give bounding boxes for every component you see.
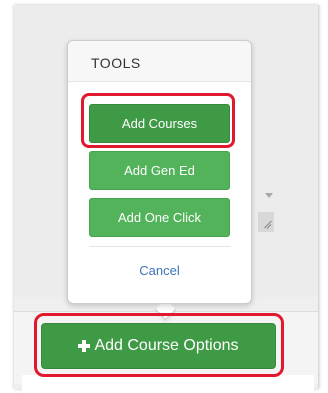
dropdown-arrow-icon[interactable] — [265, 193, 273, 198]
add-course-options-button[interactable]: Add Course Options — [41, 323, 276, 369]
cancel-link[interactable]: Cancel — [68, 263, 251, 278]
popover-title: TOOLS — [91, 55, 141, 71]
popover-divider — [89, 246, 231, 247]
add-courses-button[interactable]: Add Courses — [89, 104, 230, 143]
plus-icon — [78, 340, 91, 352]
bottom-strip — [22, 375, 314, 393]
resize-handle-icon[interactable] — [258, 212, 274, 232]
add-course-options-label: Add Course Options — [94, 337, 239, 354]
popover-header: TOOLS — [68, 41, 251, 82]
tools-popover: TOOLS Add Courses Add Gen Ed Add One Cli… — [67, 40, 252, 304]
add-one-click-button[interactable]: Add One Click — [89, 198, 230, 237]
add-gen-ed-button[interactable]: Add Gen Ed — [89, 151, 230, 190]
